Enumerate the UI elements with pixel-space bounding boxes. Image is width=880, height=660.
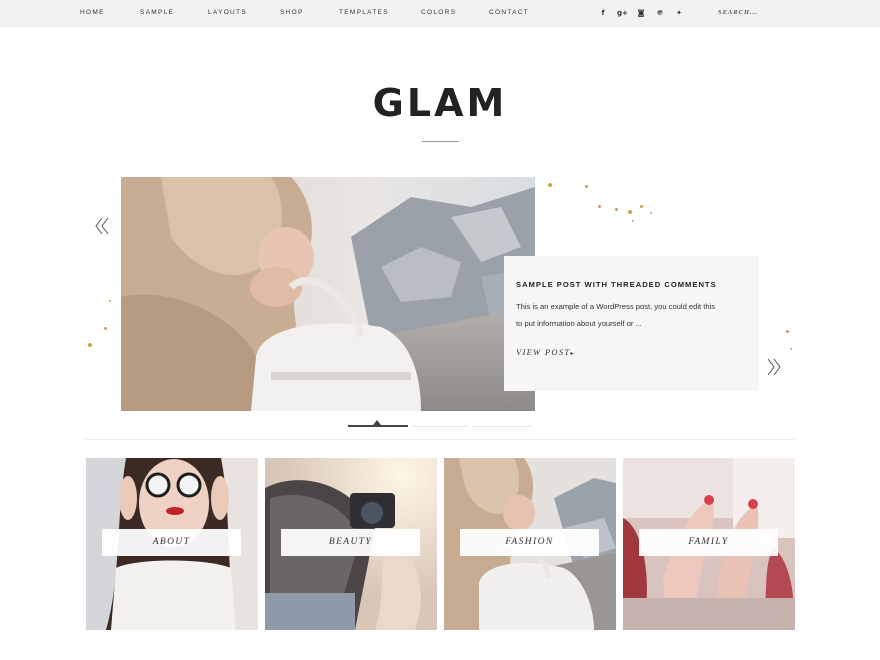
slide-excerpt-line: This is an example of a WordPress post, … <box>516 302 716 311</box>
nav-item-contact[interactable]: CONTACT <box>489 9 529 16</box>
tile-label-beauty[interactable]: BEAUTY <box>281 529 420 556</box>
instagram-icon[interactable]: ◙ <box>636 7 646 19</box>
active-slide-indicator-icon <box>373 420 381 425</box>
slide-post-title[interactable]: SAMPLE POST WITH THREADED COMMENTS <box>516 280 747 289</box>
site-title[interactable]: GLAM <box>0 81 880 125</box>
category-tile-fashion[interactable]: FASHION <box>444 458 616 630</box>
category-tile-family[interactable]: FAMILY <box>623 458 795 630</box>
tile-label-fashion[interactable]: FASHION <box>460 529 599 556</box>
view-post-link[interactable]: VIEW POST▸ <box>516 347 747 357</box>
slide-image[interactable] <box>121 177 535 411</box>
category-tile-beauty[interactable]: BEAUTY <box>265 458 437 630</box>
twitter-icon[interactable]: ✦ <box>674 7 684 19</box>
slider-pagination <box>348 420 532 428</box>
slider-dot-1[interactable] <box>348 425 408 427</box>
nav-item-colors[interactable]: COLORS <box>421 9 456 16</box>
gold-speck <box>109 300 111 302</box>
category-tile-about[interactable]: ABOUT <box>86 458 258 630</box>
slider-dot-2[interactable] <box>411 426 469 427</box>
gold-speck <box>548 183 552 187</box>
gold-speck <box>786 330 789 333</box>
gold-speck <box>104 327 107 330</box>
gold-speck <box>640 205 643 208</box>
nav-item-sample[interactable]: SAMPLE <box>140 9 174 16</box>
top-navigation-bar: HOME SAMPLE LAYOUTS SHOP TEMPLATES COLOR… <box>0 0 880 27</box>
search-input[interactable]: SEARCH... <box>718 9 758 16</box>
slider-next-arrow-icon[interactable] <box>762 355 786 379</box>
arrow-right-small-icon: ▸ <box>570 351 575 357</box>
pinterest-icon[interactable]: ℗ <box>655 7 665 19</box>
slide-excerpt: This is an example of a WordPress post, … <box>516 299 747 332</box>
nav-item-templates[interactable]: TEMPLATES <box>339 9 389 16</box>
tile-label-family[interactable]: FAMILY <box>639 529 778 556</box>
tile-label-about[interactable]: ABOUT <box>102 529 241 556</box>
gold-speck <box>598 205 601 208</box>
title-divider <box>422 141 459 142</box>
slide-excerpt-line: to put information about yourself or ... <box>516 318 642 328</box>
nav-item-layouts[interactable]: LAYOUTS <box>208 9 247 16</box>
gold-speck <box>650 212 652 214</box>
slide-caption: SAMPLE POST WITH THREADED COMMENTS This … <box>504 256 759 391</box>
gold-speck <box>632 220 634 222</box>
google-plus-icon[interactable]: g+ <box>617 7 628 19</box>
section-divider <box>85 439 795 440</box>
gold-speck <box>88 343 92 347</box>
gold-speck <box>585 185 588 188</box>
gold-speck <box>628 210 632 214</box>
view-post-label: VIEW POST <box>516 347 571 357</box>
slider-dot-3[interactable] <box>472 426 532 427</box>
nav-item-shop[interactable]: SHOP <box>280 9 304 16</box>
gold-speck <box>615 208 618 211</box>
nav-item-home[interactable]: HOME <box>80 9 105 16</box>
facebook-icon[interactable]: f <box>598 7 608 19</box>
slider-prev-arrow-icon[interactable] <box>92 214 116 238</box>
gold-speck <box>790 348 792 350</box>
